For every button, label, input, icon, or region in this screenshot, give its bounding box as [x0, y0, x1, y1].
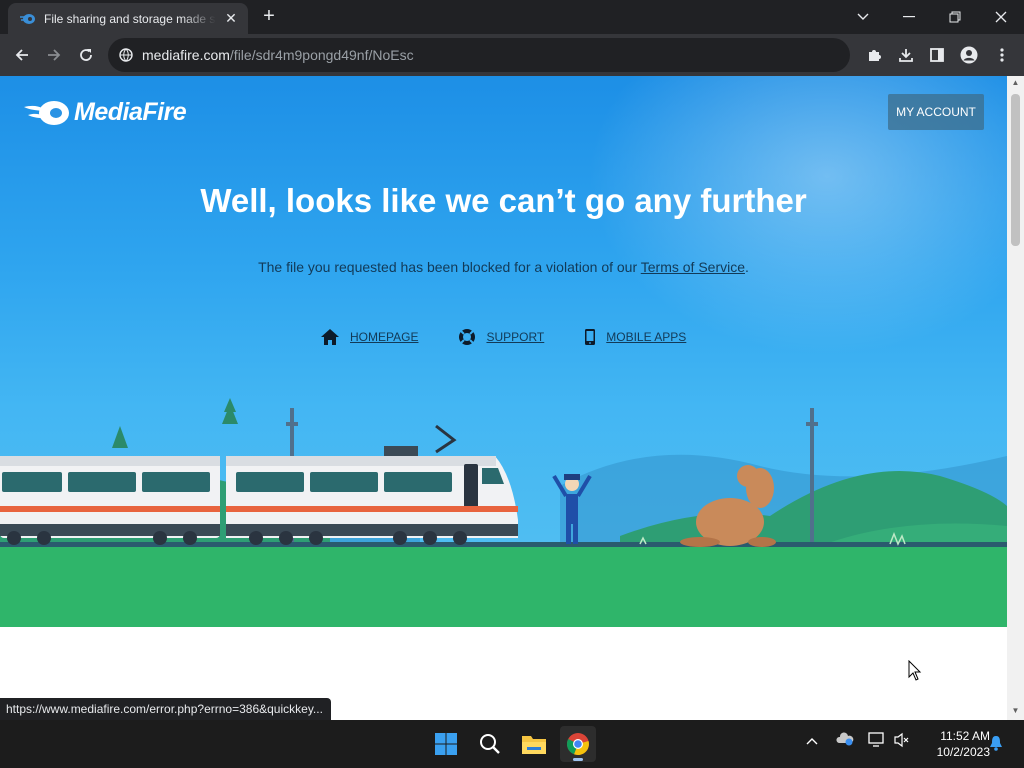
logo-text: MediaFire — [74, 98, 187, 126]
minimize-button[interactable] — [886, 0, 932, 34]
search-button[interactable] — [472, 726, 508, 762]
error-message-text: The file you requested has been blocked … — [258, 259, 641, 275]
taskbar-clock[interactable]: 11:52 AM 10/2/2023 — [918, 728, 990, 760]
hero-section: MediaFire MY ACCOUNT Well, looks like we… — [0, 76, 1007, 627]
new-tab-button[interactable]: + — [258, 6, 280, 28]
menu-button[interactable] — [988, 41, 1016, 69]
volume-muted-icon[interactable] — [894, 732, 910, 751]
windows-logo-icon — [435, 733, 457, 755]
reload-icon — [80, 49, 92, 61]
restore-button[interactable] — [932, 0, 978, 34]
scrollbar-thumb[interactable] — [1011, 94, 1020, 246]
forward-button[interactable] — [40, 41, 68, 69]
tab-title: File sharing and storage made simple — [44, 11, 216, 26]
mobile-apps-link[interactable]: MOBILE APPS — [584, 328, 686, 346]
site-info-icon[interactable] — [118, 47, 134, 63]
start-button[interactable] — [428, 726, 464, 762]
mouse-cursor-icon — [908, 660, 922, 681]
side-panel-icon — [930, 48, 944, 62]
downloads-button[interactable] — [892, 41, 920, 69]
chrome-icon — [566, 733, 589, 756]
chevron-up-icon — [806, 738, 818, 745]
folder-icon — [522, 736, 546, 754]
scroll-down-icon[interactable]: ▼ — [1011, 706, 1020, 716]
kebab-menu-icon — [1000, 48, 1004, 62]
support-link-label: SUPPORT — [486, 330, 545, 344]
chrome-taskbar-button[interactable] — [560, 726, 596, 762]
show-hidden-icons-button[interactable] — [806, 734, 818, 748]
url-path: /file/sdr4m9pongd49nf/NoEsc — [229, 47, 414, 63]
support-link[interactable]: SUPPORT — [458, 328, 544, 346]
reload-button[interactable] — [72, 41, 100, 69]
forward-arrow-icon — [48, 49, 61, 61]
mediafire-logo-icon — [24, 100, 69, 125]
download-icon — [899, 49, 913, 62]
tab-search-icon[interactable] — [840, 0, 886, 34]
page-viewport: MediaFire MY ACCOUNT Well, looks like we… — [0, 76, 1024, 720]
browser-toolbar: mediafire.com/file/sdr4m9pongd49nf/NoEsc — [0, 34, 1024, 76]
extensions-button[interactable] — [860, 41, 888, 69]
mediafire-logo[interactable]: MediaFire — [24, 98, 187, 127]
onedrive-tray-icon[interactable] — [836, 732, 854, 749]
error-message: The file you requested has been blocked … — [0, 259, 1007, 275]
page-scrollbar[interactable]: ▲ ▼ — [1007, 76, 1024, 720]
terms-of-service-link[interactable]: Terms of Service — [641, 259, 745, 275]
homepage-link-label: HOMEPAGE — [350, 330, 419, 344]
train-illustration — [0, 398, 1007, 627]
back-arrow-icon — [15, 49, 28, 61]
notification-bell-icon[interactable] — [989, 735, 1003, 754]
clock-date: 10/2/2023 — [936, 745, 990, 759]
file-explorer-button[interactable] — [516, 726, 552, 762]
error-nav-links: HOMEPAGE SUPPORT MOBILE APPS — [320, 328, 726, 346]
my-account-button[interactable]: MY ACCOUNT — [888, 94, 984, 130]
browser-tab[interactable]: File sharing and storage made simple ✕ — [8, 3, 248, 34]
link-status-bubble: https://www.mediafire.com/error.php?errn… — [0, 698, 331, 720]
mediafire-favicon-icon — [20, 13, 35, 24]
profile-button[interactable] — [955, 41, 983, 69]
side-panel-button[interactable] — [923, 41, 951, 69]
error-headline: Well, looks like we can’t go any further — [200, 182, 807, 219]
home-icon — [321, 329, 339, 345]
tab-close-icon[interactable]: ✕ — [222, 10, 240, 27]
search-icon — [480, 734, 500, 754]
puzzle-icon — [869, 50, 881, 61]
network-tray-icon[interactable] — [868, 732, 886, 751]
lifebuoy-icon — [459, 329, 476, 345]
profile-avatar-icon — [960, 46, 978, 64]
close-window-button[interactable] — [978, 0, 1024, 34]
tab-strip: File sharing and storage made simple ✕ + — [0, 0, 1024, 34]
error-message-end: . — [745, 259, 749, 275]
mobile-apps-link-label: MOBILE APPS — [606, 330, 687, 344]
clock-time: 11:52 AM — [940, 729, 990, 743]
address-bar[interactable]: mediafire.com/file/sdr4m9pongd49nf/NoEsc — [108, 38, 850, 72]
windows-taskbar: 11:52 AM 10/2/2023 — [0, 720, 1024, 768]
phone-icon — [585, 329, 596, 345]
homepage-link[interactable]: HOMEPAGE — [320, 328, 418, 346]
url-host: mediafire.com — [142, 47, 230, 63]
scroll-up-icon[interactable]: ▲ — [1011, 78, 1020, 88]
back-button[interactable] — [8, 41, 36, 69]
